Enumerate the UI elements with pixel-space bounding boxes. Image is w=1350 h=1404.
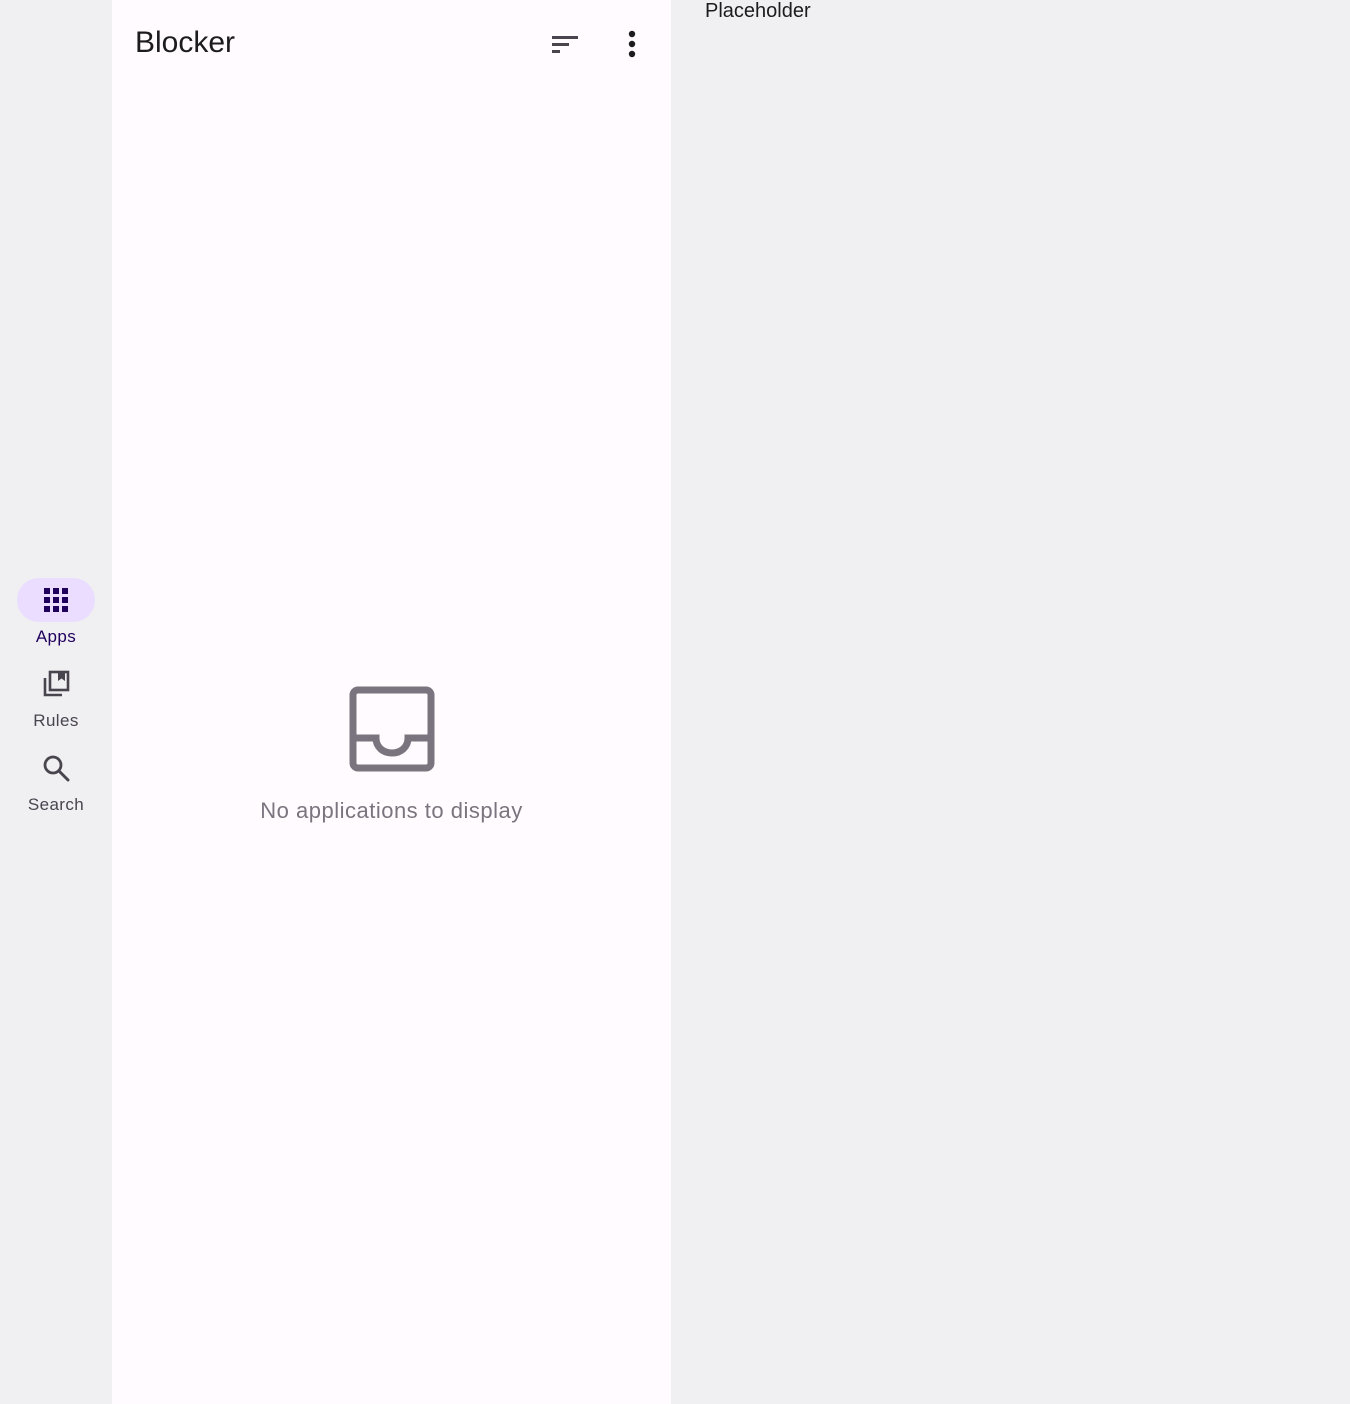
sort-button[interactable] — [541, 20, 589, 68]
detail-placeholder: Placeholder — [705, 0, 811, 22]
nav-item-rules[interactable]: Rules — [0, 662, 112, 742]
empty-state: No applications to display — [112, 686, 671, 824]
apps-grid-icon — [44, 588, 68, 612]
search-icon — [43, 755, 70, 782]
more-vert-icon — [628, 30, 636, 58]
detail-pane: Placeholder — [671, 0, 1350, 1404]
nav-item-apps[interactable]: Apps — [0, 578, 112, 658]
app-list-pane: Blocker No applications to display — [112, 0, 671, 1404]
library-bookmark-icon — [43, 670, 70, 697]
nav-label-search: Search — [27, 795, 85, 814]
navigation-rail: Apps Rules Search — [0, 0, 112, 1404]
inbox-icon — [349, 686, 434, 772]
empty-state-message: No applications to display — [260, 798, 523, 823]
more-options-button[interactable] — [608, 20, 656, 68]
nav-label-apps: Apps — [35, 627, 77, 646]
nav-label-rules: Rules — [33, 711, 79, 730]
page-title: Blocker — [135, 26, 236, 59]
nav-item-search[interactable]: Search — [0, 746, 112, 826]
nav-active-indicator — [17, 578, 95, 622]
sort-icon — [552, 36, 578, 53]
